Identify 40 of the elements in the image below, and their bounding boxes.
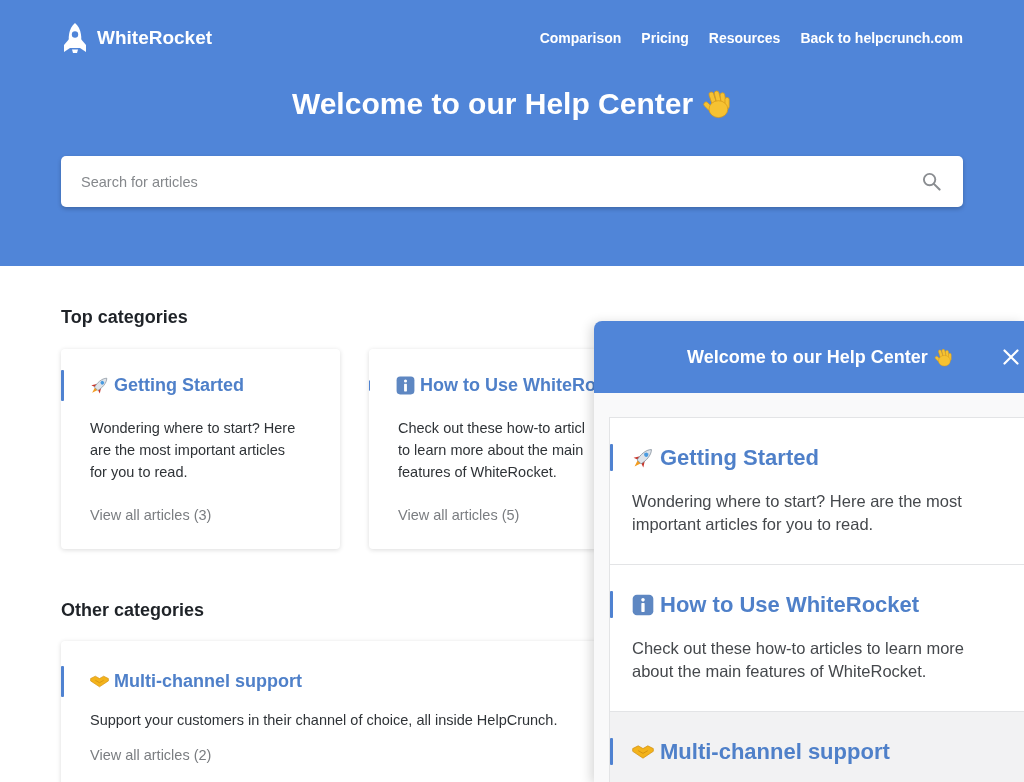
search-icon bbox=[922, 172, 941, 191]
nav-link[interactable]: Comparison bbox=[539, 30, 622, 46]
info-icon bbox=[396, 376, 415, 395]
category-link[interactable]: Getting Started bbox=[632, 444, 819, 471]
accent-bar-icon bbox=[61, 370, 64, 401]
search-field[interactable]: Search for articles bbox=[61, 156, 963, 207]
category-description: Check out these how-to articl to learn more about the main features of WhiteRocket. bbox=[397, 419, 586, 482]
waving-hand-icon bbox=[702, 89, 733, 119]
category-link[interactable]: Multi-channel support bbox=[90, 671, 302, 692]
category-link[interactable]: How to Use WhiteRo bbox=[396, 375, 596, 396]
rocket-logo-icon bbox=[62, 22, 88, 54]
accent-bar-icon bbox=[61, 666, 64, 697]
accent-bar-icon bbox=[610, 738, 613, 765]
view-all-link[interactable]: View all articles (3) bbox=[90, 504, 212, 526]
view-all-link[interactable]: View all articles (5) bbox=[398, 504, 520, 526]
category-link[interactable]: How to Use WhiteRocket bbox=[632, 591, 920, 618]
category-description: Support your customers in their channel of choice, all inside HelpCrunch. bbox=[89, 711, 559, 730]
home-link[interactable]: WhiteRocket bbox=[62, 22, 213, 54]
category-link[interactable]: Getting Started bbox=[90, 375, 244, 396]
section-heading: Top categories bbox=[61, 306, 188, 329]
accent-bar-icon bbox=[610, 591, 613, 618]
handshake-icon bbox=[90, 672, 109, 691]
nav-link[interactable]: Pricing bbox=[641, 30, 689, 46]
rocket-icon bbox=[632, 446, 654, 469]
page-title: Welcome to our Help Center bbox=[291, 86, 694, 122]
close-button[interactable] bbox=[1001, 347, 1021, 367]
accent-bar-icon bbox=[610, 444, 613, 471]
category-link[interactable]: Multi-channel support bbox=[632, 738, 890, 765]
category-description: Wondering where to start? Here are the most important articles for you to read. bbox=[631, 491, 963, 535]
nav-link[interactable]: Resources bbox=[708, 30, 781, 46]
rocket-icon bbox=[90, 376, 109, 395]
category-description: Check out these how-to articles to learn more about the main features of WhiteRocket. bbox=[631, 638, 965, 682]
nav-link[interactable]: Back to helpcrunch.com bbox=[800, 30, 963, 46]
section-heading: Other categories bbox=[61, 599, 205, 622]
view-all-link[interactable]: View all articles (2) bbox=[90, 744, 212, 766]
waving-hand-icon bbox=[933, 347, 953, 367]
widget-title: Welcome to our Help Center bbox=[687, 346, 928, 368]
info-icon bbox=[632, 593, 654, 616]
close-icon bbox=[1003, 349, 1019, 365]
category-description: Wondering where to start? Here are the most important articles for you to read. bbox=[89, 419, 297, 482]
